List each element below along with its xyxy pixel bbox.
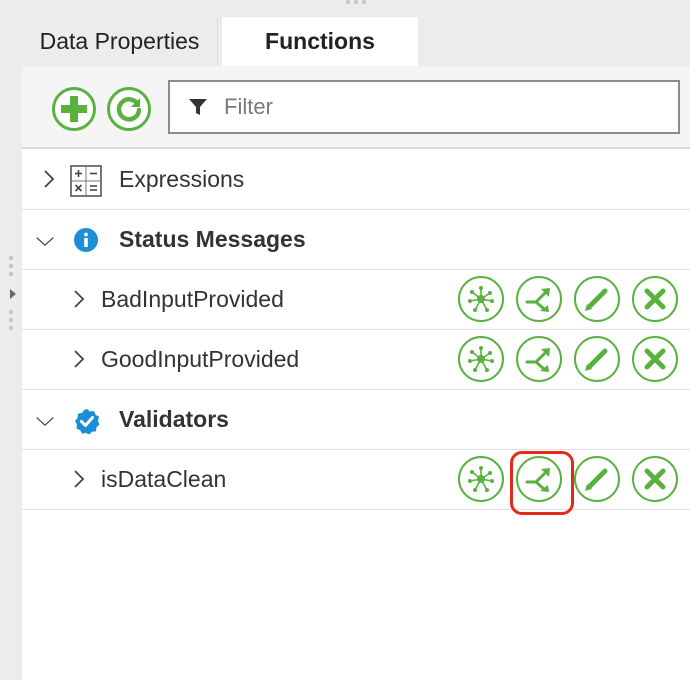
- edit-button[interactable]: [574, 276, 620, 322]
- edit-button[interactable]: [574, 336, 620, 382]
- calculator-icon: [70, 165, 102, 197]
- tree-row-badinputprovided[interactable]: BadInputProvided: [22, 270, 690, 330]
- tree-row-goodinputprovided[interactable]: GoodInputProvided: [22, 330, 690, 390]
- status-messages-label: Status Messages: [119, 226, 306, 252]
- delete-x-icon: [644, 288, 666, 310]
- network-icon: [468, 466, 494, 492]
- chevron-right-icon[interactable]: [40, 170, 58, 188]
- network-button[interactable]: [458, 276, 504, 322]
- chevron-right-icon[interactable]: [70, 470, 88, 488]
- refresh-icon: [116, 97, 142, 122]
- edit-pencil-icon: [585, 348, 608, 371]
- chevron-down-icon[interactable]: [36, 232, 54, 250]
- network-icon: [468, 346, 494, 372]
- chevron-down-icon[interactable]: [36, 412, 54, 430]
- network-button[interactable]: [458, 336, 504, 382]
- row-actions: [458, 336, 690, 382]
- funnel-icon: [189, 99, 207, 115]
- tree-row-status-messages[interactable]: Status Messages: [22, 210, 690, 270]
- delete-button[interactable]: [632, 336, 678, 382]
- branch-button[interactable]: [516, 276, 562, 322]
- delete-x-icon: [644, 468, 666, 490]
- delete-button[interactable]: [632, 456, 678, 502]
- tree-row-expressions[interactable]: Expressions: [22, 150, 690, 210]
- branch-arrow-icon: [525, 348, 550, 372]
- expand-arrow-icon[interactable]: [10, 289, 16, 299]
- expressions-label: Expressions: [119, 166, 245, 192]
- branch-arrow-icon: [525, 288, 550, 312]
- edit-pencil-icon: [585, 468, 608, 491]
- delete-button[interactable]: [632, 276, 678, 322]
- filter-input[interactable]: [222, 93, 666, 121]
- edit-pencil-icon: [585, 288, 608, 311]
- info-icon: [74, 228, 98, 252]
- row-actions: [458, 276, 690, 322]
- left-panel-handle[interactable]: [0, 252, 22, 342]
- branch-arrow-icon: [525, 468, 550, 492]
- validator-item-label: isDataClean: [101, 466, 227, 492]
- tree-row-validators[interactable]: Validators: [22, 390, 690, 450]
- plus-icon: [61, 96, 87, 122]
- row-actions: [458, 456, 690, 502]
- edit-button[interactable]: [574, 456, 620, 502]
- chevron-right-icon[interactable]: [70, 290, 88, 308]
- status-item-label: BadInputProvided: [101, 286, 284, 312]
- network-icon: [468, 286, 494, 312]
- chevron-right-icon[interactable]: [70, 350, 88, 368]
- tab-bar: Data Properties Functions: [22, 17, 690, 66]
- add-button[interactable]: [52, 87, 96, 131]
- filter-field[interactable]: [168, 80, 680, 134]
- check-badge-icon: [75, 409, 100, 434]
- tab-data-properties[interactable]: Data Properties: [22, 17, 218, 66]
- top-resize-grip[interactable]: [346, 0, 370, 4]
- branch-button[interactable]: [516, 456, 562, 502]
- refresh-button[interactable]: [107, 87, 151, 131]
- network-button[interactable]: [458, 456, 504, 502]
- validators-label: Validators: [119, 406, 229, 432]
- branch-button[interactable]: [516, 336, 562, 382]
- toolbar: [22, 66, 690, 149]
- delete-x-icon: [644, 348, 666, 370]
- status-item-label: GoodInputProvided: [101, 346, 300, 372]
- tab-functions[interactable]: Functions: [222, 17, 418, 66]
- tree-row-isdataclean[interactable]: isDataClean: [22, 450, 690, 510]
